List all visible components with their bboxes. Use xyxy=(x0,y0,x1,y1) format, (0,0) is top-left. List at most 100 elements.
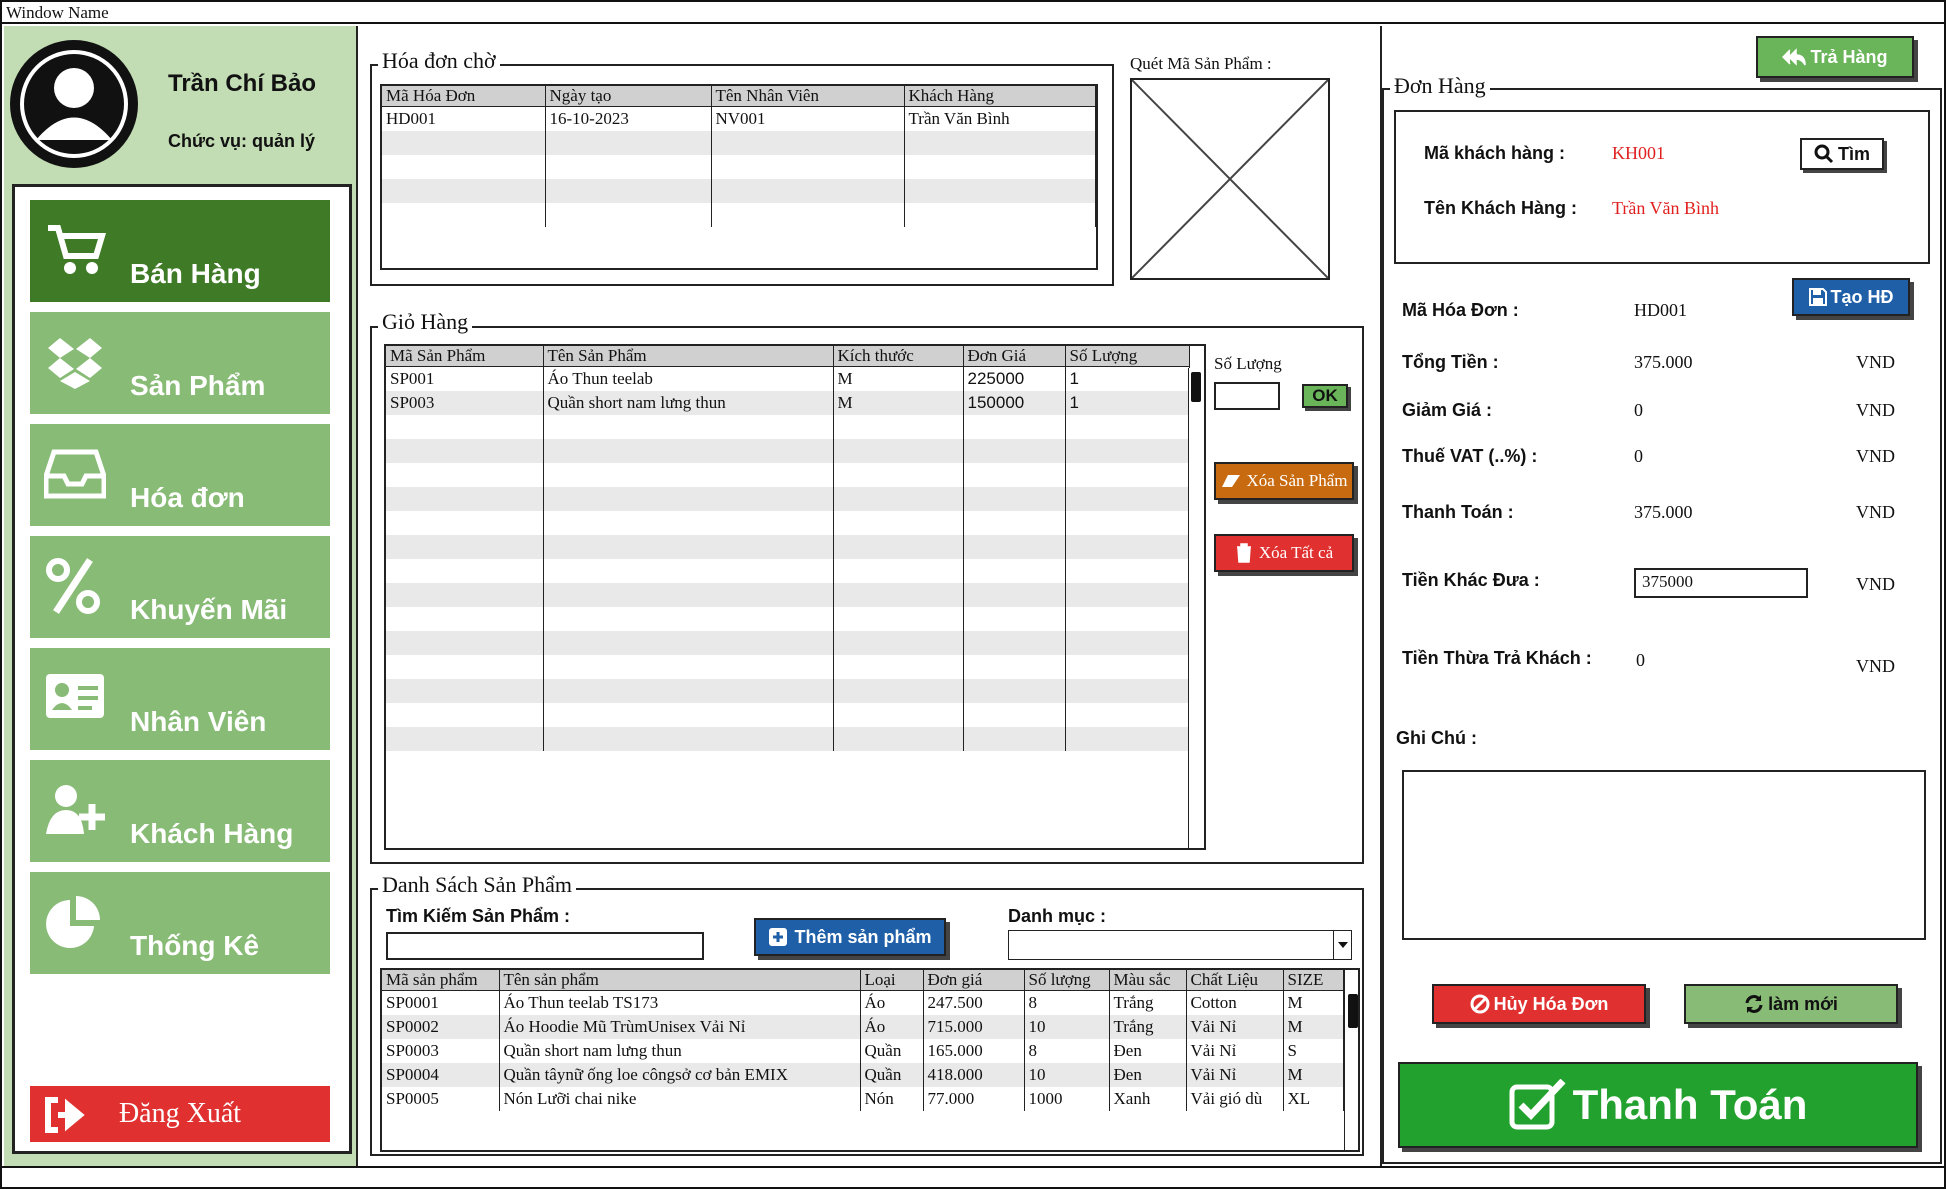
column-header[interactable]: Mã Sản Phẩm xyxy=(386,346,544,367)
table-row[interactable] xyxy=(382,154,1096,179)
table-cell: 418.000 xyxy=(923,1062,1025,1087)
refresh-button[interactable]: làm mới xyxy=(1684,984,1898,1024)
table-row[interactable] xyxy=(386,702,1190,727)
cart-scrollbar[interactable] xyxy=(1188,368,1204,848)
table-row[interactable] xyxy=(386,438,1190,463)
column-header[interactable]: Kích thước xyxy=(833,346,964,367)
column-header[interactable]: Đơn giá xyxy=(923,970,1025,991)
category-select[interactable] xyxy=(1008,930,1352,960)
return-goods-button[interactable]: Trả Hàng xyxy=(1756,36,1914,78)
column-header[interactable]: Đơn Giá xyxy=(963,346,1066,367)
search-icon xyxy=(1814,144,1834,164)
product-search-input[interactable] xyxy=(386,932,704,960)
note-textarea[interactable] xyxy=(1402,770,1926,940)
ok-label: OK xyxy=(1312,386,1338,405)
table-row[interactable] xyxy=(386,462,1190,487)
table-row[interactable] xyxy=(386,534,1190,559)
nav-item-thong-ke[interactable]: Thống Kê xyxy=(30,872,330,974)
column-header[interactable]: Tên sản phẩm xyxy=(499,970,861,991)
table-row[interactable] xyxy=(386,726,1190,751)
column-header[interactable]: Chất Liệu xyxy=(1186,970,1284,991)
table-row[interactable] xyxy=(386,630,1190,655)
table-row[interactable] xyxy=(382,202,1096,227)
table-cell xyxy=(386,486,544,511)
column-header[interactable]: Màu sắc xyxy=(1109,970,1187,991)
table-cell: M xyxy=(833,366,964,391)
checkout-label: Thanh Toán xyxy=(1572,1081,1808,1128)
table-cell xyxy=(833,654,964,679)
table-cell xyxy=(543,438,834,463)
nav-item-label: Hóa đơn xyxy=(130,482,245,513)
column-header[interactable]: Số Lượng xyxy=(1065,346,1190,367)
table-cell: SP0004 xyxy=(382,1062,500,1087)
table-cell: Cotton xyxy=(1186,990,1284,1015)
product-table[interactable]: Mã sản phẩm Tên sản phẩm Loại Đơn giá Số lượ… xyxy=(380,968,1360,1152)
nav-item-hoa-don[interactable]: Hóa đơn xyxy=(30,424,330,526)
logout-button[interactable]: Đăng Xuất xyxy=(30,1086,330,1142)
table-cell: Quần short nam lưng thun xyxy=(499,1038,861,1063)
table-cell: SP0002 xyxy=(382,1014,500,1039)
table-cell: HD001 xyxy=(382,106,546,131)
table-cell xyxy=(904,202,1096,227)
column-header[interactable]: Tên Nhân Viên xyxy=(711,86,905,107)
scan-label: Quét Mã Sản Phẩm : xyxy=(1130,54,1272,73)
table-row[interactable]: SP001 Áo Thun teelab M 225000 1 xyxy=(386,366,1190,391)
ok-button[interactable]: OK xyxy=(1302,384,1348,408)
table-cell xyxy=(543,726,834,751)
table-row[interactable]: SP0003 Quần short nam lưng thun Quần 165.00… xyxy=(382,1038,1344,1063)
cancel-invoice-button[interactable]: Hủy Hóa Đơn xyxy=(1432,984,1646,1024)
table-row[interactable] xyxy=(382,178,1096,203)
column-header[interactable]: Mã Hóa Đơn xyxy=(382,86,546,107)
table-cell xyxy=(833,534,964,559)
column-header[interactable]: Tên Sản Phẩm xyxy=(543,346,834,367)
table-row[interactable]: SP0001 Áo Thun teelab TS173 Áo 247.500 8 Trắn… xyxy=(382,990,1344,1015)
refresh-icon xyxy=(1745,995,1763,1013)
column-header[interactable]: Loại xyxy=(860,970,924,991)
column-header[interactable]: Khách Hàng xyxy=(904,86,1096,107)
qty-input[interactable] xyxy=(1214,382,1280,410)
table-cell: 150000 xyxy=(963,390,1066,415)
table-row[interactable] xyxy=(386,654,1190,679)
column-header[interactable]: Số lượng xyxy=(1024,970,1110,991)
pending-invoices-table[interactable]: Mã Hóa Đơn Ngày tạo Tên Nhân Viên Khách Hàn… xyxy=(380,84,1098,270)
nav-item-khuyen-mai[interactable]: Khuyến Mãi xyxy=(30,536,330,638)
table-cell xyxy=(543,558,834,583)
nav-item-nhan-vien[interactable]: Nhân Viên xyxy=(30,648,330,750)
table-cell xyxy=(1065,702,1190,727)
nav-item-san-pham[interactable]: Sản Phẩm xyxy=(30,312,330,414)
table-row[interactable] xyxy=(386,486,1190,511)
table-row[interactable]: SP0004 Quần tâynữ ống loe côngsở cơ bản E… xyxy=(382,1062,1344,1087)
chevron-down-icon[interactable] xyxy=(1333,931,1351,959)
currency-label: VND xyxy=(1856,574,1895,594)
create-invoice-button[interactable]: Tạo HĐ xyxy=(1792,278,1910,316)
table-row[interactable] xyxy=(386,414,1190,439)
table-row[interactable]: SP0002 Áo Hoodie Mũ TrùmUnisex Vải Nỉ Áo 71… xyxy=(382,1014,1344,1039)
table-cell: Trắng xyxy=(1109,990,1187,1015)
table-row[interactable]: SP003 Quần short nam lưng thun M 150000 1 xyxy=(386,390,1190,415)
pending-invoices-title: Hóa đơn chờ xyxy=(378,49,500,73)
given-input[interactable]: 375000 xyxy=(1634,568,1808,598)
search-customer-button[interactable]: Tìm xyxy=(1800,138,1884,170)
table-row[interactable] xyxy=(386,606,1190,631)
product-scrollbar[interactable] xyxy=(1344,970,1358,1150)
delete-all-button[interactable]: Xóa Tất cả xyxy=(1214,534,1354,572)
table-row[interactable] xyxy=(386,582,1190,607)
table-row[interactable]: SP0005 Nón Lưỡi chai nike Nón 77.000 1000 Xan… xyxy=(382,1086,1344,1111)
table-row[interactable]: HD001 16-10-2023 NV001 Trần Văn Bình xyxy=(382,106,1096,131)
table-row[interactable] xyxy=(386,558,1190,583)
nav-item-ban-hang[interactable]: Bán Hàng xyxy=(30,200,330,302)
table-row[interactable] xyxy=(386,510,1190,535)
table-cell: SP0001 xyxy=(382,990,500,1015)
delete-product-button[interactable]: Xóa Sản Phẩm xyxy=(1214,462,1354,500)
column-header[interactable]: Mã sản phẩm xyxy=(382,970,500,991)
table-row[interactable] xyxy=(382,130,1096,155)
table-cell xyxy=(833,486,964,511)
column-header[interactable]: SIZE xyxy=(1283,970,1344,991)
nav-item-khach-hang[interactable]: Khách Hàng xyxy=(30,760,330,862)
checkout-button[interactable]: Thanh Toán xyxy=(1398,1062,1918,1148)
cancel-invoice-label: Hủy Hóa Đơn xyxy=(1493,993,1609,1014)
table-row[interactable] xyxy=(386,678,1190,703)
cart-table[interactable]: Mã Sản Phẩm Tên Sản Phẩm Kích thước Đơn Giá… xyxy=(384,344,1206,850)
column-header[interactable]: Ngày tạo xyxy=(545,86,712,107)
add-product-button[interactable]: Thêm sản phẩm xyxy=(754,918,946,956)
